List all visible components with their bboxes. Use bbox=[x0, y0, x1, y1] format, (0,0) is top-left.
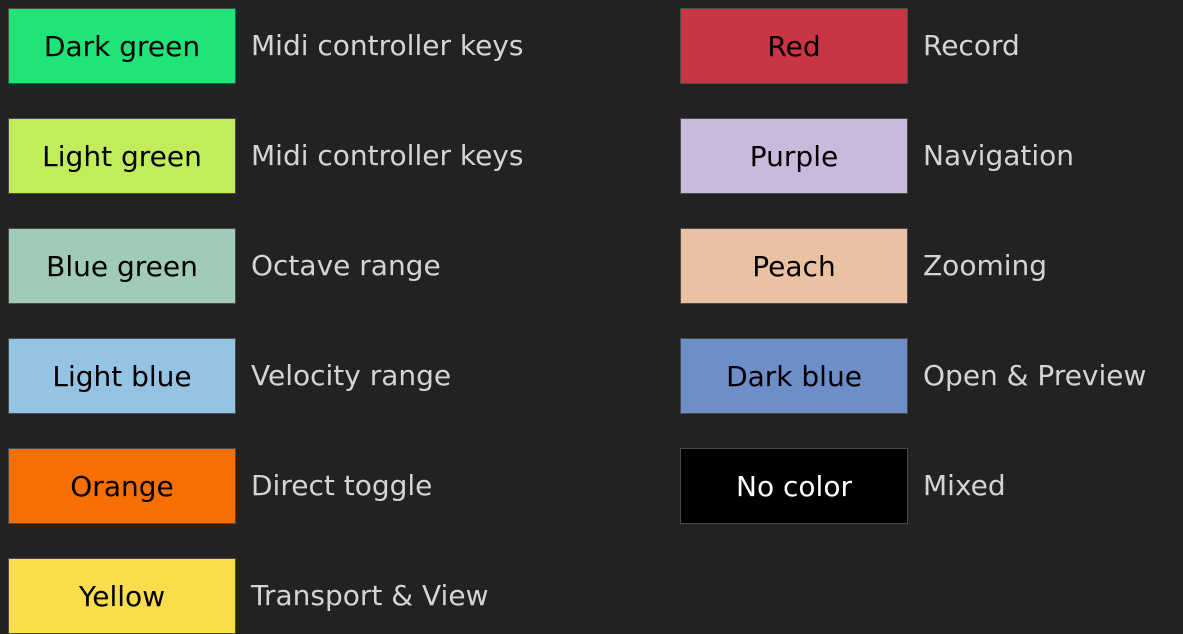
legend-description: Velocity range bbox=[251, 359, 452, 392]
swatch-blue-green: Blue green bbox=[8, 228, 236, 304]
swatch-dark-green: Dark green bbox=[8, 8, 236, 84]
swatch-orange: Orange bbox=[8, 448, 236, 524]
swatch-label: Orange bbox=[70, 469, 174, 503]
swatch-yellow: Yellow bbox=[8, 558, 236, 634]
legend-description: Open & Preview bbox=[923, 359, 1147, 392]
legend-description: Midi controller keys bbox=[251, 139, 524, 172]
legend-description: Navigation bbox=[923, 139, 1075, 172]
swatch-label: Dark blue bbox=[726, 359, 862, 393]
swatch-label: Light blue bbox=[52, 359, 192, 393]
swatch-label: Yellow bbox=[78, 579, 166, 613]
swatch-label: Light green bbox=[42, 139, 202, 173]
swatch-label: Red bbox=[767, 29, 821, 63]
swatch-label: Peach bbox=[752, 249, 836, 283]
legend-description: Midi controller keys bbox=[251, 29, 524, 62]
swatch-dark-blue: Dark blue bbox=[680, 338, 908, 414]
legend-description: Direct toggle bbox=[251, 469, 433, 502]
swatch-label: Blue green bbox=[46, 249, 198, 283]
swatch-label: No color bbox=[736, 469, 852, 503]
swatch-red: Red bbox=[680, 8, 908, 84]
legend-description: Octave range bbox=[251, 249, 441, 282]
swatch-label: Purple bbox=[749, 139, 839, 173]
swatch-light-blue: Light blue bbox=[8, 338, 236, 414]
swatch-purple: Purple bbox=[680, 118, 908, 194]
legend-description: Record bbox=[923, 29, 1020, 62]
legend-description: Transport & View bbox=[251, 579, 489, 612]
legend-description: Mixed bbox=[923, 469, 1006, 502]
swatch-light-green: Light green bbox=[8, 118, 236, 194]
legend-description: Zooming bbox=[923, 249, 1048, 282]
swatch-no-color: No color bbox=[680, 448, 908, 524]
swatch-peach: Peach bbox=[680, 228, 908, 304]
swatch-label: Dark green bbox=[43, 29, 201, 63]
